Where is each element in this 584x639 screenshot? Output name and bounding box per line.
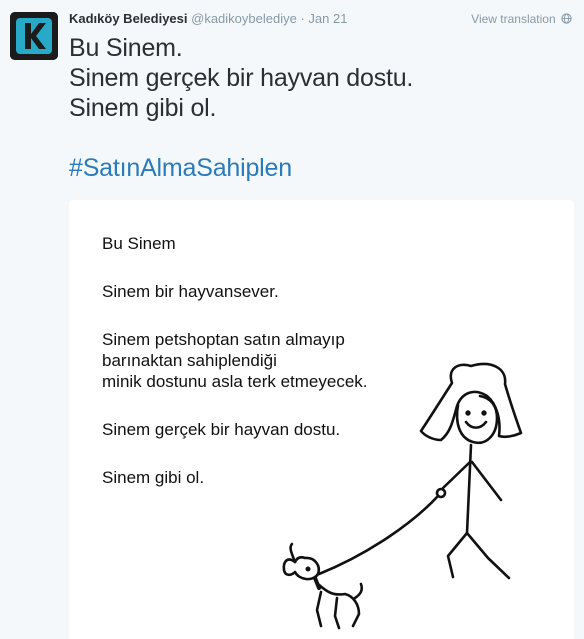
screen-name[interactable]: @kadikoybelediye [191,11,297,26]
tweet: Kadıköy Belediyesi @kadikoybelediye · Ja… [0,0,584,639]
figure-arm-right [470,460,503,502]
tweet-text: Bu Sinem. Sinem gerçek bir hayvan dostu.… [69,33,569,183]
kadikoy-logo-icon [10,12,58,60]
view-translation-link[interactable]: View translation [471,11,572,27]
globe-icon [561,13,572,24]
view-translation-label: View translation [471,12,556,26]
figure-hair [419,362,523,442]
dog-eye [305,566,311,572]
avatar[interactable] [10,12,58,60]
author-name[interactable]: Kadıköy Belediyesi [69,11,188,26]
separator: · [300,11,305,26]
timestamp[interactable]: Jan 21 [308,11,347,26]
dog-body [315,582,364,630]
hashtag-link[interactable]: #SatınAlmaSahiplen [69,153,569,183]
leash [317,494,440,576]
figure-leg-left [446,531,469,579]
media-image[interactable]: Bu Sinem Sinem bir hayvansever. Sinem pe… [69,200,574,639]
tweet-text-line: Sinem gibi ol. [69,94,217,122]
tweet-text-line: Bu Sinem. [69,34,183,62]
figure-eye [465,410,471,416]
stick-figure-drawing [282,362,523,630]
figure-face [455,394,499,445]
figure-leg-right [465,531,511,580]
text-spacer [69,123,569,153]
tweet-text-line: Sinem gerçek bir hayvan dostu. [69,64,414,92]
figure-eye [481,410,487,416]
tweet-header: Kadıköy Belediyesi @kadikoybelediye · Ja… [69,11,347,27]
figure-body [465,443,473,535]
figure-arm-left [441,460,472,490]
figure-smile [464,420,488,429]
dog-head [282,555,321,581]
